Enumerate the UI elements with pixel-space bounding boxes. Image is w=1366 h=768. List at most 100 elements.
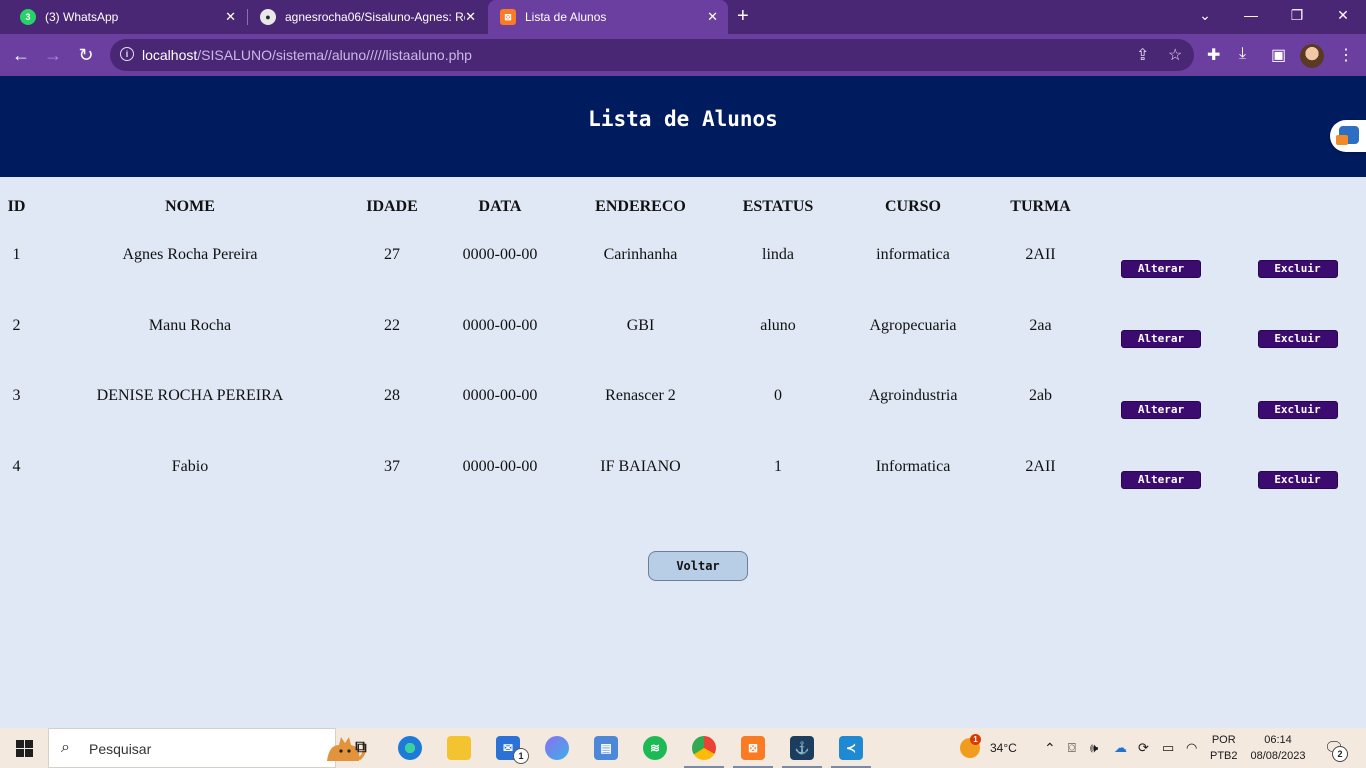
table-row: 2 Manu Rocha 22 0000-00-00 GBI aluno Agr… xyxy=(0,298,1366,369)
browser-tab-strip: 3 (3) WhatsApp ✕ ● agnesrocha06/Sisaluno… xyxy=(0,0,1366,34)
excluir-button[interactable]: Excluir xyxy=(1257,400,1338,419)
bookmark-star-icon[interactable]: ☆ xyxy=(1168,45,1182,65)
windows-start-icon[interactable] xyxy=(16,740,33,757)
cell-endereco: IF BAIANO xyxy=(600,457,681,475)
new-tab-icon[interactable]: + xyxy=(737,5,749,28)
url-path: /SISALUNO/sistema//aluno/////listaaluno.… xyxy=(197,47,472,63)
cell-excluir: Excluir xyxy=(1229,439,1366,510)
table-row: 4 Fabio 37 0000-00-00 IF BAIANO 1 Inform… xyxy=(0,439,1366,510)
reload-icon[interactable]: ↻ xyxy=(75,44,97,66)
tab-title: (3) WhatsApp xyxy=(45,10,119,24)
edge-icon[interactable] xyxy=(398,736,422,760)
temperature-text[interactable]: 34°C xyxy=(990,728,1017,768)
camera-icon[interactable]: ⌼ xyxy=(1068,728,1076,768)
voltar-button[interactable]: Voltar xyxy=(648,551,748,581)
translate-extension-icon[interactable] xyxy=(1330,120,1366,152)
spotify-icon[interactable]: ≋ xyxy=(643,736,667,760)
cell-alterar: Alterar xyxy=(1093,439,1229,510)
cell-curso: Agroindustria xyxy=(868,387,958,405)
table-row: 3 DENISE ROCHA PEREIRA 28 0000-00-00 Ren… xyxy=(0,368,1366,439)
column-header-id: ID xyxy=(7,198,26,215)
column-header-curso: CURSO xyxy=(884,198,941,215)
close-tab-icon[interactable]: ✕ xyxy=(465,9,476,25)
cell-idade: 37 xyxy=(384,457,400,475)
extensions-puzzle-icon[interactable]: ✚ xyxy=(1207,45,1220,65)
cell-excluir: Excluir xyxy=(1229,227,1366,298)
cell-estatus: aluno xyxy=(760,316,796,334)
cell-excluir: Excluir xyxy=(1229,368,1366,439)
tab-whatsapp[interactable]: 3 (3) WhatsApp ✕ xyxy=(8,0,246,34)
cell-endereco: Carinhanha xyxy=(603,246,678,264)
cell-id: 3 xyxy=(12,387,21,405)
copilot-icon[interactable] xyxy=(545,736,569,760)
profile-avatar[interactable] xyxy=(1300,44,1324,68)
column-header-estatus: ESTATUS xyxy=(742,198,814,215)
mysql-workbench-icon[interactable]: ⚓ xyxy=(790,736,814,760)
onedrive-cloud-icon[interactable]: ☁ xyxy=(1114,728,1127,768)
column-header-excluir xyxy=(1229,187,1366,227)
battery-icon[interactable]: ▭ xyxy=(1162,728,1174,768)
browser-toolbar: ← → ↻ i localhost/SISALUNO/sistema//alun… xyxy=(0,34,1366,76)
windows-taskbar: ⌕ Pesquisar ⧉ ✉ 1 ▤ ≋ ⊠ ⚓ ≺ 1 34°C ⌃ ⌼ 🕪… xyxy=(0,728,1366,768)
store-icon[interactable]: ▤ xyxy=(594,736,618,760)
column-header-alterar xyxy=(1093,187,1229,227)
cell-id: 1 xyxy=(12,246,21,264)
cell-nome: Manu Rocha xyxy=(148,316,232,334)
excluir-button[interactable]: Excluir xyxy=(1257,330,1338,349)
cell-estatus: 0 xyxy=(774,387,782,405)
excluir-button[interactable]: Excluir xyxy=(1257,471,1338,490)
language-code: POR xyxy=(1211,734,1236,746)
url-text[interactable]: localhost/SISALUNO/sistema//aluno/////li… xyxy=(142,47,472,63)
site-info-icon[interactable]: i xyxy=(120,47,134,61)
search-icon: ⌕ xyxy=(61,739,70,756)
cell-nome: DENISE ROCHA PEREIRA xyxy=(96,387,284,405)
sync-icon[interactable]: ⟳ xyxy=(1138,728,1149,768)
system-clock[interactable]: 06:14 08/08/2023 xyxy=(1248,732,1308,764)
task-view-icon[interactable]: ⧉ xyxy=(349,736,373,760)
close-tab-icon[interactable]: ✕ xyxy=(225,9,236,25)
address-bar[interactable]: i localhost/SISALUNO/sistema//aluno/////… xyxy=(110,39,1194,71)
restore-icon[interactable]: ❐ xyxy=(1274,0,1320,30)
cell-id: 4 xyxy=(12,457,21,475)
xampp-icon[interactable]: ⊠ xyxy=(741,736,765,760)
cell-alterar: Alterar xyxy=(1093,227,1229,298)
alterar-button[interactable]: Alterar xyxy=(1121,400,1201,419)
column-header-data: DATA xyxy=(478,198,522,215)
cell-data: 0000-00-00 xyxy=(462,316,538,334)
side-panel-icon[interactable]: ▣ xyxy=(1271,45,1286,65)
close-tab-icon[interactable]: ✕ xyxy=(707,9,718,25)
whatsapp-icon: 3 xyxy=(20,9,36,25)
students-table: ID NOME IDADE DATA ENDERECO ESTATUS CURS… xyxy=(0,187,1366,509)
cell-excluir: Excluir xyxy=(1229,298,1366,369)
clock-date: 08/08/2023 xyxy=(1250,750,1306,762)
file-explorer-icon[interactable] xyxy=(447,736,471,760)
input-language[interactable]: POR PTB2 xyxy=(1210,732,1238,764)
page-title: Lista de Alunos xyxy=(588,107,778,131)
cell-nome: Fabio xyxy=(171,457,209,475)
table-row: 1 Agnes Rocha Pereira 27 0000-00-00 Cari… xyxy=(0,227,1366,298)
volume-icon[interactable]: 🕪 xyxy=(1090,728,1098,768)
tab-lista-alunos[interactable]: ⊠ Lista de Alunos ✕ xyxy=(488,0,728,34)
vscode-icon[interactable]: ≺ xyxy=(839,736,863,760)
download-icon[interactable]: ⤓ xyxy=(1239,45,1246,63)
forward-arrow-icon[interactable]: → xyxy=(42,44,64,66)
alterar-button[interactable]: Alterar xyxy=(1121,471,1201,490)
show-hidden-icons-chevron-icon[interactable]: ⌃ xyxy=(1044,728,1056,768)
back-arrow-icon[interactable]: ← xyxy=(10,44,32,66)
tab-github[interactable]: ● agnesrocha06/Sisaluno-Agnes: Re ✕ xyxy=(248,0,486,34)
wifi-icon[interactable]: ◠ xyxy=(1186,728,1197,768)
taskbar-search-box[interactable]: ⌕ Pesquisar xyxy=(48,728,366,768)
tab-search-chevron-icon[interactable]: ⌄ xyxy=(1182,0,1228,30)
cell-turma: 2AII xyxy=(1025,457,1056,475)
minimize-icon[interactable]: — xyxy=(1228,0,1274,30)
excluir-button[interactable]: Excluir xyxy=(1257,259,1338,278)
share-icon[interactable]: ⇪ xyxy=(1136,45,1149,65)
alterar-button[interactable]: Alterar xyxy=(1121,259,1201,278)
close-window-icon[interactable]: ✕ xyxy=(1320,0,1366,30)
weather-badge: 1 xyxy=(970,734,981,745)
chrome-icon[interactable] xyxy=(692,736,716,760)
menu-kebab-icon[interactable]: ⋮ xyxy=(1338,45,1354,65)
keyboard-layout: PTB2 xyxy=(1210,750,1238,762)
cell-alterar: Alterar xyxy=(1093,368,1229,439)
alterar-button[interactable]: Alterar xyxy=(1121,330,1201,349)
